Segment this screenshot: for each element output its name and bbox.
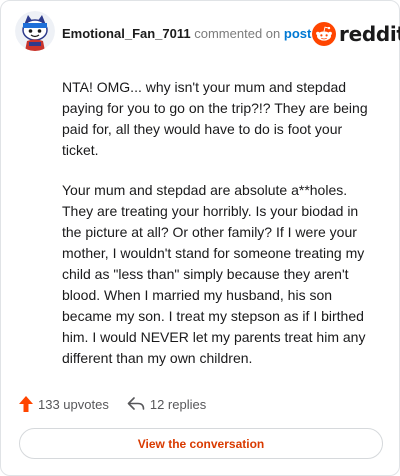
- comment-body: NTA! OMG... why isn't your mum and stepd…: [62, 77, 380, 388]
- comment-header: Emotional_Fan_7011 commented on post red…: [1, 1, 400, 67]
- post-link[interactable]: post: [284, 26, 311, 41]
- comment-attribution: Emotional_Fan_7011 commented on post: [62, 26, 311, 42]
- reddit-snoo-icon: [312, 22, 336, 46]
- comment-paragraph: Your mum and stepdad are absolute a**hol…: [62, 182, 366, 366]
- comment-card: Emotional_Fan_7011 commented on post red…: [0, 0, 400, 476]
- upvote-arrow-icon: [19, 396, 33, 412]
- comment-paragraph: NTA! OMG... why isn't your mum and stepd…: [62, 79, 368, 158]
- username[interactable]: Emotional_Fan_7011: [62, 26, 191, 41]
- upvotes-count[interactable]: 133 upvotes: [19, 396, 109, 412]
- replies-count[interactable]: 12 replies: [127, 397, 206, 412]
- commented-on-label: commented on: [194, 26, 281, 41]
- reddit-wordmark: reddit: [339, 22, 400, 46]
- comment-actions: 133 upvotes 12 replies: [19, 394, 206, 414]
- user-avatar-icon[interactable]: [15, 11, 55, 51]
- upvotes-label: 133 upvotes: [38, 396, 109, 412]
- reddit-logo[interactable]: reddit: [312, 21, 400, 47]
- replies-label: 12 replies: [149, 396, 207, 412]
- view-conversation-button[interactable]: View the conversation: [19, 428, 383, 459]
- reply-arrow-icon: [127, 397, 145, 410]
